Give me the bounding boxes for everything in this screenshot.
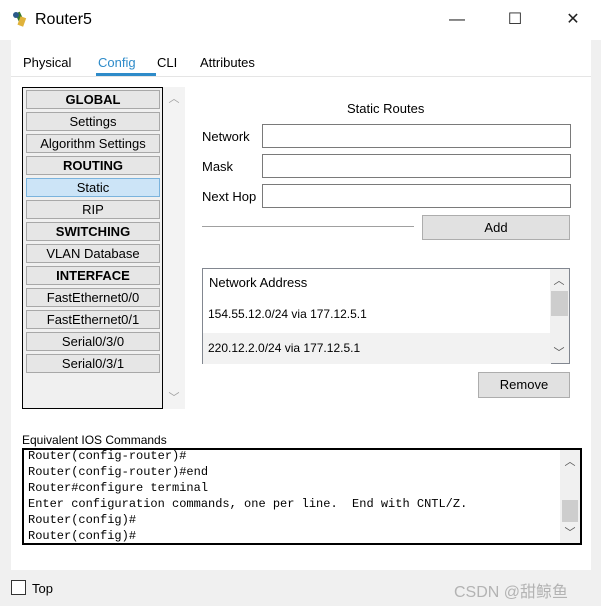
console-scrollbar[interactable]: ︿ ﹀ (560, 450, 580, 543)
nav-item-vlan-database[interactable]: VLAN Database (26, 244, 160, 263)
network-address-list: Network Address 154.55.12.0/24 via 177.1… (202, 268, 570, 364)
console-line: Router(config-router)# (28, 449, 187, 463)
nav-item-fastethernet0-0[interactable]: FastEthernet0/0 (26, 288, 160, 307)
top-label: Top (32, 581, 53, 596)
console-line: Router(config)# (28, 529, 137, 543)
console-line: Router#configure terminal (28, 481, 209, 495)
window-title: Router5 (35, 11, 92, 28)
watermark: CSDN @甜鲸鱼 (454, 584, 569, 601)
mask-input[interactable] (262, 154, 571, 178)
nav-header-interface: INTERFACE (26, 266, 160, 285)
scroll-up-icon[interactable]: ︿ (564, 456, 576, 468)
tab-physical[interactable]: Physical (23, 50, 71, 76)
route-row[interactable]: 220.12.2.0/24 via 177.12.5.1 (203, 333, 551, 364)
scroll-down-icon[interactable]: ﹀ (553, 347, 565, 359)
network-label: Network (202, 129, 250, 144)
close-button[interactable]: ✕ (550, 6, 596, 34)
console-line: Router(config-router)#end (28, 465, 209, 479)
scroll-up-icon[interactable]: ︿ (553, 275, 565, 287)
next-hop-label: Next Hop (202, 189, 257, 204)
nav-header-global: GLOBAL (26, 90, 160, 109)
route-row[interactable]: 154.55.12.0/24 via 177.12.5.1 (203, 299, 551, 330)
routes-scrollbar[interactable]: ︿ ﹀ (550, 269, 569, 363)
ios-commands-label: Equivalent IOS Commands (22, 433, 167, 447)
config-nav-list: GLOBAL Settings Algorithm Settings ROUTI… (22, 87, 163, 409)
maximize-button[interactable]: ☐ (492, 6, 538, 34)
scroll-up-icon[interactable]: ︿ (168, 93, 180, 105)
network-input[interactable] (262, 124, 571, 148)
nav-item-fastethernet0-1[interactable]: FastEthernet0/1 (26, 310, 160, 329)
nav-item-algorithm-settings[interactable]: Algorithm Settings (26, 134, 160, 153)
tab-cli[interactable]: CLI (157, 50, 177, 76)
mask-label: Mask (202, 159, 234, 174)
nav-item-rip[interactable]: RIP (26, 200, 160, 219)
scroll-down-icon[interactable]: ﹀ (564, 527, 576, 539)
nav-header-switching: SWITCHING (26, 222, 160, 241)
nav-item-serial0-3-1[interactable]: Serial0/3/1 (26, 354, 160, 373)
list-header: Network Address (209, 275, 308, 290)
router-app-icon (13, 11, 27, 27)
console-line: Router(config)# (28, 513, 137, 527)
minimize-button[interactable]: — (434, 6, 480, 34)
tab-attributes[interactable]: Attributes (200, 50, 255, 76)
next-hop-input[interactable] (262, 184, 571, 208)
separator (202, 226, 414, 228)
add-button[interactable]: Add (422, 215, 570, 240)
nav-item-static[interactable]: Static (26, 178, 160, 197)
nav-scrollbar[interactable]: ︿ ﹀ (163, 87, 185, 409)
title-bar: Router5 — ☐ ✕ (0, 0, 601, 40)
top-checkbox[interactable] (11, 580, 26, 595)
nav-item-settings[interactable]: Settings (26, 112, 160, 131)
nav-item-serial0-3-0[interactable]: Serial0/3/0 (26, 332, 160, 351)
tab-divider (11, 76, 591, 77)
ios-console[interactable]: Router(config-router)# Router(config-rou… (22, 448, 582, 545)
console-line: Enter configuration commands, one per li… (28, 497, 468, 511)
scroll-thumb[interactable] (551, 291, 568, 316)
scroll-down-icon[interactable]: ﹀ (168, 392, 180, 404)
scroll-thumb[interactable] (562, 500, 578, 522)
nav-header-routing: ROUTING (26, 156, 160, 175)
static-routes-title: Static Routes (347, 101, 425, 116)
remove-button[interactable]: Remove (478, 372, 570, 398)
